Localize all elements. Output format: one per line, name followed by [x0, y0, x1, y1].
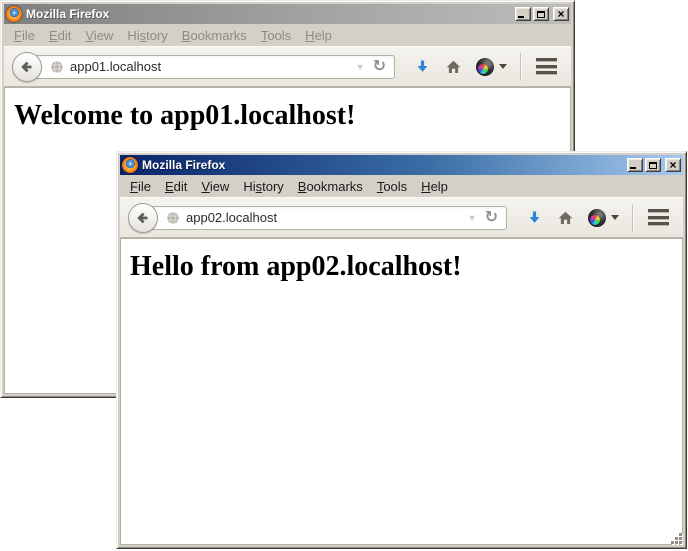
navigation-toolbar: app02.localhost ▼ ↻: [120, 197, 683, 238]
menu-file[interactable]: File: [7, 26, 42, 45]
toolbar-separator: [520, 53, 521, 81]
download-arrow-icon: [526, 210, 543, 226]
menu-help[interactable]: Help: [414, 177, 455, 196]
colorzilla-button[interactable]: [588, 209, 619, 227]
window-controls: ×: [513, 7, 569, 21]
menubar: File Edit View History Bookmarks Tools H…: [4, 24, 571, 46]
colorzilla-button[interactable]: [476, 58, 507, 76]
url-text: app02.localhost: [186, 210, 462, 225]
maximize-icon: [537, 11, 545, 18]
home-icon: [557, 210, 574, 226]
back-button[interactable]: [12, 52, 42, 82]
reload-icon[interactable]: ↻: [371, 59, 388, 75]
minimize-icon: [518, 16, 524, 18]
home-button[interactable]: [445, 59, 462, 75]
download-button[interactable]: [526, 210, 543, 226]
menu-help[interactable]: Help: [298, 26, 339, 45]
toolbar-buttons: [407, 53, 563, 81]
back-arrow-icon: [135, 210, 151, 226]
urlbar-dropdown-icon[interactable]: ▼: [462, 213, 483, 223]
firefox-window-app02[interactable]: Mozilla Firefox × File Edit View History…: [116, 151, 687, 549]
chevron-down-icon: [499, 64, 507, 69]
maximize-icon: [649, 162, 657, 169]
firefox-logo-icon: [122, 157, 138, 173]
window-title: Mozilla Firefox: [142, 158, 625, 172]
menu-edit[interactable]: Edit: [42, 26, 78, 45]
menu-history[interactable]: History: [120, 26, 174, 45]
titlebar[interactable]: Mozilla Firefox ×: [4, 4, 571, 24]
maximize-button[interactable]: [533, 7, 549, 21]
menu-tools[interactable]: Tools: [254, 26, 298, 45]
menu-bookmarks[interactable]: Bookmarks: [291, 177, 370, 196]
page-heading: Welcome to app01.localhost!: [14, 100, 570, 132]
close-button[interactable]: ×: [553, 7, 569, 21]
toolbar-buttons: [519, 204, 675, 232]
maximize-button[interactable]: [645, 158, 661, 172]
home-icon: [445, 59, 462, 75]
resize-grip[interactable]: [671, 533, 685, 547]
menu-bookmarks[interactable]: Bookmarks: [175, 26, 254, 45]
titlebar[interactable]: Mozilla Firefox ×: [120, 155, 683, 175]
close-icon: ×: [669, 160, 676, 170]
back-arrow-icon: [19, 59, 35, 75]
urlbar-dropdown-icon[interactable]: ▼: [350, 62, 371, 72]
minimize-button[interactable]: [627, 158, 643, 172]
home-button[interactable]: [557, 210, 574, 226]
menubar: File Edit View History Bookmarks Tools H…: [120, 175, 683, 197]
chevron-down-icon: [611, 215, 619, 220]
menu-edit[interactable]: Edit: [158, 177, 194, 196]
menu-hamburger-icon[interactable]: [536, 58, 557, 75]
menu-history[interactable]: History: [236, 177, 290, 196]
site-identity-globe-icon[interactable]: [50, 60, 64, 74]
minimize-button[interactable]: [515, 7, 531, 21]
color-wheel-icon: [476, 58, 494, 76]
firefox-logo-icon: [6, 6, 22, 22]
window-controls: ×: [625, 158, 681, 172]
color-wheel-icon: [588, 209, 606, 227]
window-title: Mozilla Firefox: [26, 7, 513, 21]
back-button[interactable]: [128, 203, 158, 233]
page-heading: Hello from app02.localhost!: [130, 251, 682, 283]
download-button[interactable]: [414, 59, 431, 75]
download-arrow-icon: [414, 59, 431, 75]
reload-icon[interactable]: ↻: [483, 210, 500, 226]
site-identity-globe-icon[interactable]: [166, 211, 180, 225]
close-icon: ×: [557, 9, 564, 19]
menu-view[interactable]: View: [78, 26, 120, 45]
menu-file[interactable]: File: [123, 177, 158, 196]
menu-view[interactable]: View: [194, 177, 236, 196]
page-content: Hello from app02.localhost!: [120, 238, 683, 545]
url-bar[interactable]: app01.localhost ▼ ↻: [27, 55, 395, 79]
url-bar[interactable]: app02.localhost ▼ ↻: [143, 206, 507, 230]
menu-hamburger-icon[interactable]: [648, 209, 669, 226]
navigation-toolbar: app01.localhost ▼ ↻: [4, 46, 571, 87]
close-button[interactable]: ×: [665, 158, 681, 172]
minimize-icon: [630, 167, 636, 169]
menu-tools[interactable]: Tools: [370, 177, 414, 196]
toolbar-separator: [632, 204, 633, 232]
url-text: app01.localhost: [70, 59, 350, 74]
